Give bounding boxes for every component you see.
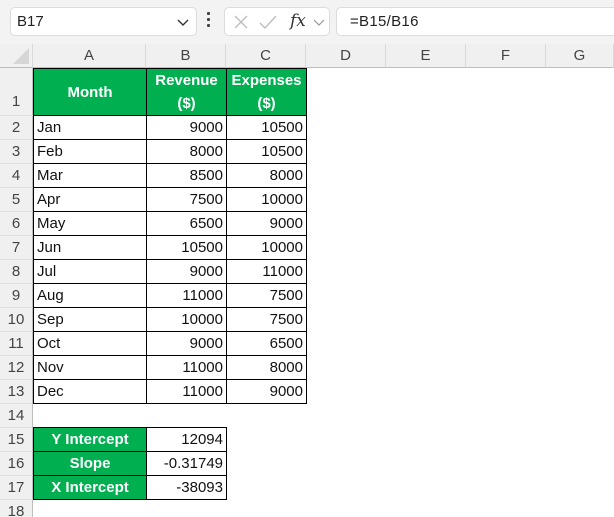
row-header-6[interactable]: 6 xyxy=(0,212,33,236)
cell-expenses[interactable]: 7500 xyxy=(226,283,307,308)
row-header-7[interactable]: 7 xyxy=(0,236,33,260)
formula-text[interactable]: =B15/B16 xyxy=(350,13,419,30)
row-header-12[interactable]: 12 xyxy=(0,356,33,380)
cell-revenue[interactable]: 7500 xyxy=(146,187,227,212)
cell-revenue[interactable]: 8500 xyxy=(146,163,227,188)
row-header-18[interactable]: 18 xyxy=(0,500,33,517)
cell-month[interactable]: Oct xyxy=(33,331,147,356)
cell-expenses[interactable]: 9000 xyxy=(226,379,307,404)
column-header-b[interactable]: B xyxy=(146,44,226,68)
cell-expenses[interactable]: 7500 xyxy=(226,307,307,332)
cell-month[interactable]: Sep xyxy=(33,307,147,332)
cell-month[interactable]: Jun xyxy=(33,235,147,260)
cell-expenses[interactable]: 10500 xyxy=(226,115,307,140)
result-label[interactable]: Slope xyxy=(33,451,147,476)
cell-expenses[interactable]: 8000 xyxy=(226,163,307,188)
cell-expenses[interactable]: 8000 xyxy=(226,355,307,380)
cell-revenue[interactable]: 9000 xyxy=(146,331,227,356)
cell-month[interactable]: Nov xyxy=(33,355,147,380)
cell-expenses[interactable]: 6500 xyxy=(226,331,307,356)
row-header-11[interactable]: 11 xyxy=(0,332,33,356)
header-month-label: Month xyxy=(67,84,113,101)
formula-bar: B17 fx =B15/B16 xyxy=(0,0,614,44)
header-month[interactable]: Month xyxy=(33,68,147,116)
column-header-e[interactable]: E xyxy=(386,44,466,68)
header-expenses[interactable]: Expenses ($) xyxy=(226,68,307,116)
row-header-3[interactable]: 3 xyxy=(0,140,33,164)
row-header-8[interactable]: 8 xyxy=(0,260,33,284)
enter-check-icon[interactable] xyxy=(259,14,277,30)
cell-expenses[interactable]: 9000 xyxy=(226,211,307,236)
row-header-14[interactable]: 14 xyxy=(0,404,33,428)
cell-month[interactable]: Jan xyxy=(33,115,147,140)
cell-month[interactable]: Feb xyxy=(33,139,147,164)
select-all-corner[interactable] xyxy=(0,44,33,68)
cell-month[interactable]: Apr xyxy=(33,187,147,212)
row-header-17[interactable]: 17 xyxy=(0,476,33,500)
column-header-g[interactable]: G xyxy=(546,44,614,68)
result-value[interactable]: 12094 xyxy=(146,427,227,452)
row-header-10[interactable]: 10 xyxy=(0,308,33,332)
formula-input[interactable]: =B15/B16 xyxy=(336,7,614,36)
chevron-down-icon[interactable] xyxy=(176,15,190,29)
cell-revenue[interactable]: 11000 xyxy=(146,283,227,308)
header-expenses-line2: ($) xyxy=(257,95,276,112)
cell-revenue[interactable]: 8000 xyxy=(146,139,227,164)
name-box[interactable]: B17 xyxy=(10,7,197,36)
result-value[interactable]: -38093 xyxy=(146,475,227,500)
header-revenue-line2: ($) xyxy=(177,95,196,112)
row-header-5[interactable]: 5 xyxy=(0,188,33,212)
row-header-4[interactable]: 4 xyxy=(0,164,33,188)
cell-revenue[interactable]: 10500 xyxy=(146,235,227,260)
column-header-c[interactable]: C xyxy=(226,44,306,68)
cell-month[interactable]: Jul xyxy=(33,259,147,284)
header-revenue-line1: Revenue xyxy=(155,72,218,89)
cell-revenue[interactable]: 11000 xyxy=(146,355,227,380)
worksheet-grid[interactable]: Month Revenue ($) Expenses ($) Jan 9000 10… xyxy=(33,68,614,517)
cell-revenue[interactable]: 9000 xyxy=(146,115,227,140)
row-header-16[interactable]: 16 xyxy=(0,452,33,476)
cell-expenses[interactable]: 10500 xyxy=(226,139,307,164)
function-icon[interactable]: fx xyxy=(290,11,306,31)
formula-actions: fx xyxy=(224,7,330,36)
cell-month[interactable]: Mar xyxy=(33,163,147,188)
cell-month[interactable]: Dec xyxy=(33,379,147,404)
result-label[interactable]: Y Intercept xyxy=(33,427,147,452)
header-expenses-line1: Expenses xyxy=(231,72,302,89)
cell-revenue[interactable]: 9000 xyxy=(146,259,227,284)
chevron-down-icon[interactable] xyxy=(313,18,325,28)
result-value[interactable]: -0.31749 xyxy=(146,451,227,476)
cell-expenses[interactable]: 11000 xyxy=(226,259,307,284)
column-header-a[interactable]: A xyxy=(33,44,146,68)
cell-month[interactable]: May xyxy=(33,211,147,236)
row-header-1[interactable]: 1 xyxy=(0,68,33,116)
column-header-d[interactable]: D xyxy=(306,44,386,68)
cell-expenses[interactable]: 10000 xyxy=(226,187,307,212)
result-label[interactable]: X Intercept xyxy=(33,475,147,500)
name-box-value[interactable]: B17 xyxy=(17,13,44,30)
row-header-2[interactable]: 2 xyxy=(0,116,33,140)
column-header-f[interactable]: F xyxy=(466,44,546,68)
header-revenue[interactable]: Revenue ($) xyxy=(146,68,227,116)
cell-expenses[interactable]: 10000 xyxy=(226,235,307,260)
cell-revenue[interactable]: 6500 xyxy=(146,211,227,236)
cell-month[interactable]: Aug xyxy=(33,283,147,308)
cell-revenue[interactable]: 10000 xyxy=(146,307,227,332)
row-header-13[interactable]: 13 xyxy=(0,380,33,404)
row-header-9[interactable]: 9 xyxy=(0,284,33,308)
more-vertical-icon[interactable] xyxy=(207,12,211,30)
cell-revenue[interactable]: 11000 xyxy=(146,379,227,404)
cancel-icon[interactable] xyxy=(233,14,249,30)
row-header-15[interactable]: 15 xyxy=(0,428,33,452)
